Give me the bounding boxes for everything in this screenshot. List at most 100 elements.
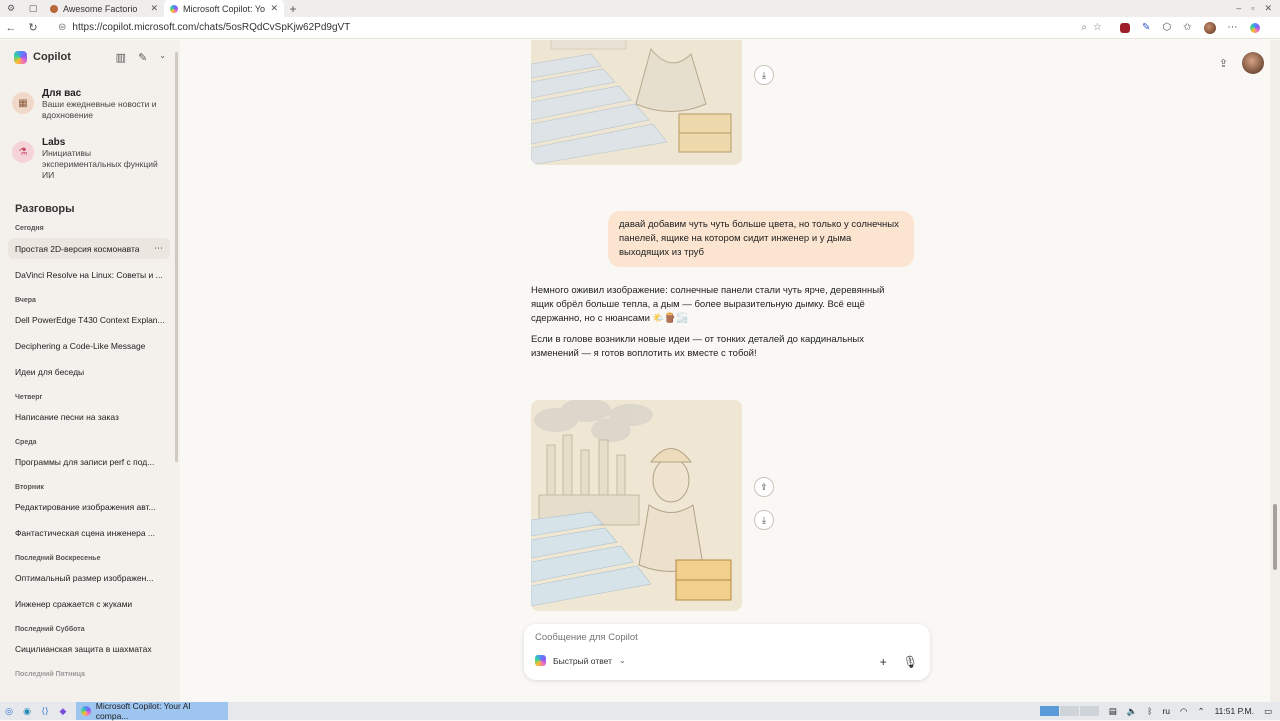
download-button[interactable]: ⤓ [754, 510, 774, 530]
grid-icon: ▦ [12, 92, 34, 114]
close-window-icon[interactable]: ✕ [1264, 3, 1272, 14]
url-field[interactable]: ⊜ https://copilot.microsoft.com/chats/5o… [50, 19, 1110, 37]
conversation-item[interactable]: Dell PowerEdge T430 Context Explan... [0, 310, 180, 330]
reload-icon[interactable]: ↻ [22, 21, 44, 34]
conversation-item[interactable]: Инженер сражается с жуками [0, 594, 180, 614]
new-tab-icon[interactable]: + [284, 2, 302, 16]
show-desktop-icon[interactable]: ▭ [1264, 706, 1272, 717]
sidebar: Copilot ▥ ✎ ⌄ ▦ Для вас Ваши ежедневные … [0, 40, 180, 702]
mode-label: Быстрый ответ [553, 655, 612, 666]
wifi-icon[interactable]: ◠ [1180, 706, 1187, 717]
group-label: Последний Воскресенье [15, 555, 101, 562]
maximize-icon[interactable]: ▫ [1251, 3, 1254, 14]
tab-title: Awesome Factorio [63, 3, 138, 14]
edge-browser-icon[interactable]: ◉ [18, 704, 36, 718]
start-menu-icon[interactable]: ◎ [0, 704, 18, 718]
conversation-item[interactable]: Редактирование изображения авт... [0, 497, 180, 517]
tray-chevron-up-icon[interactable]: ⌃ [1197, 706, 1204, 717]
feature-for-you[interactable]: ▦ Для вас Ваши ежедневные новости и вдох… [0, 80, 180, 129]
copilot-logo-icon [535, 655, 546, 666]
feature-labs[interactable]: ⚗ Labs Инициативы экспериментальных функ… [0, 129, 180, 189]
language-indicator[interactable]: ru [1162, 706, 1170, 716]
chat-scrollbar[interactable] [1270, 40, 1280, 702]
conversation-item[interactable]: Простая 2D-версия космонавта ⋯ [8, 238, 170, 259]
pen-extension-icon[interactable]: ✎ [1142, 22, 1150, 33]
share-image-button[interactable]: ⇪ [754, 477, 774, 497]
brand-name: Copilot [33, 51, 71, 63]
add-attachment-icon[interactable]: + [880, 655, 887, 669]
engineer-factory-image [531, 400, 742, 611]
user-avatar[interactable] [1242, 52, 1264, 74]
factorio-favicon-icon [50, 4, 58, 13]
window-controls: – ▫ ✕ [1236, 3, 1280, 14]
message-input[interactable] [535, 632, 905, 643]
app-icon[interactable]: ◆ [54, 704, 72, 718]
bookmark-star-icon[interactable]: ☆ [1093, 22, 1102, 33]
conversation-item[interactable]: Оптимальный размер изображен... [0, 568, 180, 588]
minimize-icon[interactable]: – [1236, 3, 1241, 14]
group-label: Последний Пятница [15, 671, 85, 678]
feature-title: Для вас [42, 88, 82, 99]
response-mode-selector[interactable]: Быстрый ответ ⌄ [535, 655, 626, 666]
favorites-icon[interactable]: ✩ [1183, 22, 1191, 33]
menu-dots-icon[interactable]: ⋯ [1228, 22, 1238, 33]
tab-awesome-factorio[interactable]: Awesome Factorio ✕ [44, 0, 164, 17]
url-text: https://copilot.microsoft.com/chats/5osR… [72, 22, 351, 33]
download-button-previous[interactable]: ⤓ [754, 65, 774, 85]
generated-image[interactable] [531, 400, 742, 611]
puzzle-extension-icon[interactable]: ⬡ [1162, 22, 1171, 33]
conversation-item[interactable]: Сицилианская защита в шахматах [0, 639, 180, 659]
conversation-item[interactable]: Написание песни на заказ [0, 407, 180, 427]
feature-desc: Инициативы экспериментальных функций ИИ [42, 148, 158, 180]
close-tab-icon[interactable]: ✕ [270, 3, 278, 14]
back-icon[interactable]: ← [0, 22, 22, 34]
flask-icon: ⚗ [12, 141, 34, 163]
site-info-icon[interactable]: ⊜ [58, 22, 66, 33]
conversation-item[interactable]: Фантастическая сцена инженера ... [0, 523, 180, 543]
assistant-paragraph: Немного оживил изображение: солнечные па… [531, 285, 885, 324]
profile-avatar-icon[interactable] [1203, 21, 1216, 34]
vscode-icon[interactable]: ⟨⟩ [36, 704, 54, 718]
copilot-extension-icon[interactable] [1249, 22, 1260, 33]
assistant-paragraph: Если в голове возникли новые идеи — от т… [531, 334, 864, 359]
chat-top-actions: ⇪ [1219, 52, 1264, 74]
sidebar-scrollbar[interactable] [175, 52, 178, 462]
system-tray: ▤ 🔈 ᛒ ru ◠ ⌃ 11:51 P.M. ▭ [1039, 706, 1280, 717]
taskbar-task-copilot[interactable]: Microsoft Copilot: Your AI compa... [76, 701, 228, 721]
clock[interactable]: 11:51 P.M. [1215, 706, 1254, 716]
chevron-down-icon: ⌄ [618, 656, 626, 665]
conversation-item[interactable]: DaVinci Resolve на Linux: Советы и ... [0, 265, 180, 285]
clipboard-icon[interactable]: ▤ [1109, 706, 1117, 717]
ublock-extension-icon[interactable] [1120, 22, 1130, 33]
tab-copilot[interactable]: Microsoft Copilot: Your ✕ [164, 0, 284, 17]
zoom-icon[interactable]: ⌕ [1081, 22, 1087, 33]
conversation-item[interactable]: Deciphering a Code-Like Message [0, 336, 180, 356]
sidebar-toggle-icon[interactable]: ▥ [116, 51, 126, 64]
more-options-icon[interactable]: ⋯ [150, 243, 163, 254]
workspace-pager[interactable] [1039, 706, 1099, 716]
new-chat-icon[interactable]: ✎ [138, 51, 147, 64]
close-tab-icon[interactable]: ✕ [150, 3, 158, 14]
chat-area: ⇪ ⤓ давай добавим чуть чуть больше цвета… [180, 40, 1280, 702]
share-icon[interactable]: ⇪ [1219, 57, 1228, 70]
task-title: Microsoft Copilot: Your AI compa... [95, 701, 191, 721]
engineer-solar-image [531, 40, 742, 165]
tab-actions-icon[interactable]: ▢ [22, 3, 44, 14]
group-label: Четверг [15, 394, 43, 401]
sidebar-header: Copilot ▥ ✎ ⌄ [0, 40, 180, 74]
volume-icon[interactable]: 🔈 [1127, 706, 1138, 717]
conversation-item[interactable]: Идеи для беседы [0, 362, 180, 382]
microphone-icon[interactable]: 🎙 [903, 655, 918, 669]
bluetooth-icon[interactable]: ᛒ [1147, 706, 1152, 716]
chevron-down-icon[interactable]: ⌄ [159, 51, 166, 64]
group-label: Вчера [15, 297, 36, 304]
scrollbar-thumb[interactable] [1273, 504, 1277, 570]
download-icon: ⤓ [762, 69, 766, 80]
copilot-logo-icon [14, 50, 27, 64]
feature-desc: Ваши ежедневные новости и вдохновение [42, 99, 157, 120]
tab-title: Microsoft Copilot: Your [183, 3, 266, 14]
group-label: Среда [15, 439, 37, 446]
workspaces-icon[interactable]: ⚙ [0, 3, 22, 14]
generated-image-previous[interactable] [531, 40, 742, 165]
conversation-item[interactable]: Программы для записи perf с под... [0, 452, 180, 472]
